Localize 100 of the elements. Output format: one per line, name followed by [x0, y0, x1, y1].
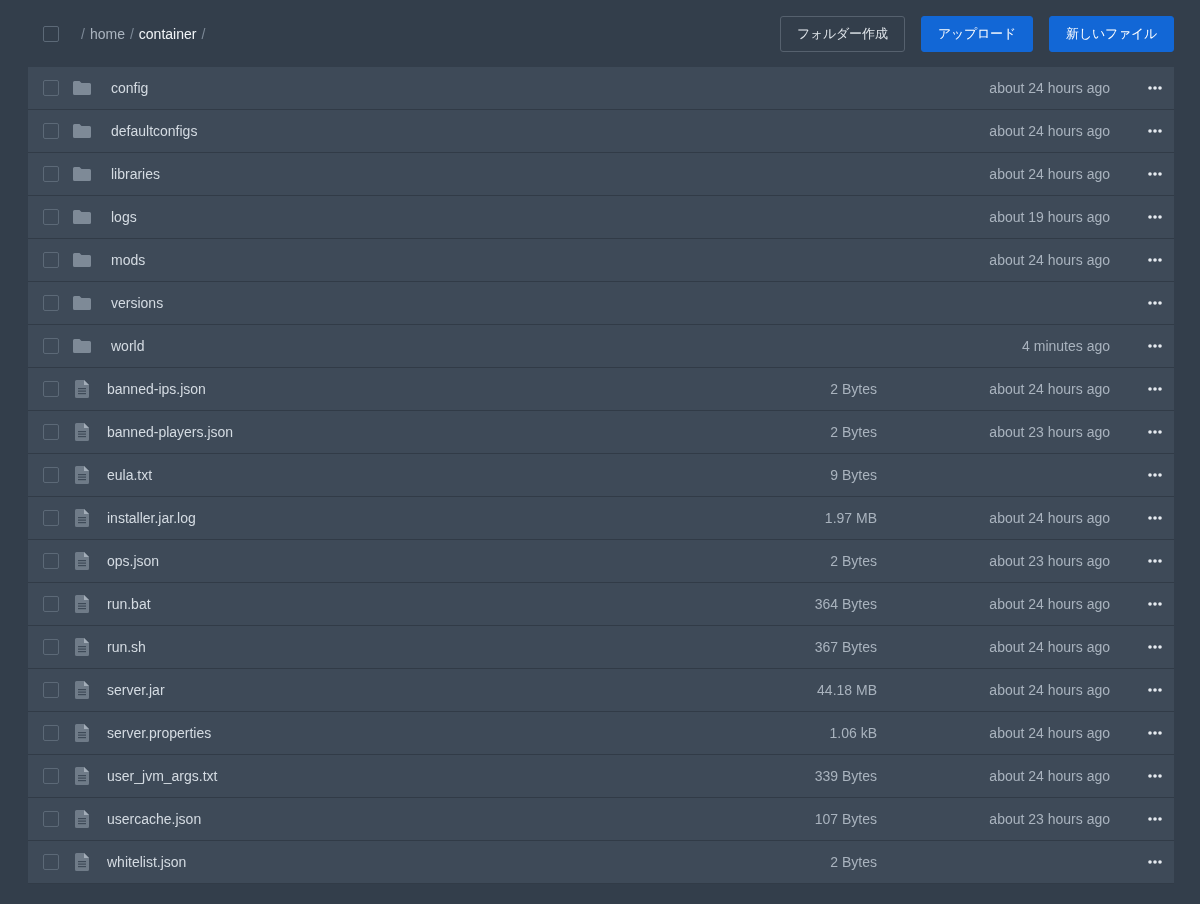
file-row[interactable]: defaultconfigs about 24 hours ago	[28, 110, 1174, 153]
folder-icon	[73, 81, 91, 95]
modified-time: about 24 hours ago	[988, 80, 1110, 96]
file-size: 2 Bytes	[829, 381, 877, 397]
file-row[interactable]: user_jvm_args.txt 339 Bytes about 24 hours ago	[28, 755, 1174, 798]
row-checkbox[interactable]	[43, 166, 59, 182]
file-size: 1.06 kB	[828, 725, 877, 741]
file-row[interactable]: world 4 minutes ago	[28, 325, 1174, 368]
row-checkbox[interactable]	[43, 854, 59, 870]
row-checkbox[interactable]	[43, 768, 59, 784]
file-row[interactable]: run.sh 367 Bytes about 24 hours ago	[28, 626, 1174, 669]
row-checkbox[interactable]	[43, 467, 59, 483]
more-options-icon[interactable]	[1148, 817, 1162, 821]
document-icon	[75, 466, 89, 484]
more-options-icon[interactable]	[1148, 86, 1162, 90]
modified-time: 4 minutes ago	[1021, 338, 1110, 354]
file-name: eula.txt	[107, 467, 154, 483]
document-icon	[75, 767, 89, 785]
row-checkbox[interactable]	[43, 80, 59, 96]
file-name: run.bat	[107, 596, 152, 612]
secondary-button[interactable]: フォルダー作成	[780, 15, 905, 52]
more-options-icon[interactable]	[1148, 473, 1162, 477]
modified-time: about 24 hours ago	[988, 639, 1110, 655]
more-options-icon[interactable]	[1148, 387, 1162, 391]
file-row[interactable]: mods about 24 hours ago	[28, 239, 1174, 282]
more-options-icon[interactable]	[1148, 258, 1162, 262]
breadcrumb-current: container	[138, 25, 197, 42]
row-checkbox[interactable]	[43, 510, 59, 526]
file-row[interactable]: installer.jar.log 1.97 MB about 24 hours ago	[28, 497, 1174, 540]
file-name: defaultconfigs	[110, 123, 199, 139]
more-options-icon[interactable]	[1148, 301, 1162, 305]
file-row[interactable]: banned-players.json 2 Bytes about 23 hours ago	[28, 411, 1174, 454]
more-options-icon[interactable]	[1148, 430, 1162, 434]
row-checkbox[interactable]	[43, 252, 59, 268]
row-checkbox[interactable]	[43, 123, 59, 139]
primary-button[interactable]: アップロード	[921, 15, 1033, 52]
modified-time: about 24 hours ago	[988, 768, 1110, 784]
file-size: 339 Bytes	[813, 768, 877, 784]
primary-button[interactable]: 新しいファイル	[1049, 15, 1174, 52]
select-all-checkbox[interactable]	[43, 25, 59, 42]
more-options-icon[interactable]	[1148, 516, 1162, 520]
file-row[interactable]: server.properties 1.06 kB about 24 hours ago	[28, 712, 1174, 755]
file-name: usercache.json	[107, 811, 203, 827]
document-icon	[75, 810, 89, 828]
file-size: 44.18 MB	[816, 682, 877, 698]
file-row[interactable]: logs about 19 hours ago	[28, 196, 1174, 239]
row-checkbox[interactable]	[43, 338, 59, 354]
document-icon	[75, 853, 89, 871]
row-checkbox[interactable]	[43, 381, 59, 397]
file-name: server.jar	[107, 682, 166, 698]
modified-time: about 23 hours ago	[988, 811, 1110, 827]
file-row[interactable]: run.bat 364 Bytes about 24 hours ago	[28, 583, 1174, 626]
more-options-icon[interactable]	[1148, 172, 1162, 176]
document-icon	[75, 595, 89, 613]
file-size: 1.97 MB	[823, 510, 877, 526]
row-checkbox[interactable]	[43, 596, 59, 612]
file-row[interactable]: eula.txt 9 Bytes	[28, 454, 1174, 497]
more-options-icon[interactable]	[1148, 215, 1162, 219]
file-size: 2 Bytes	[829, 854, 877, 870]
more-options-icon[interactable]	[1148, 774, 1162, 778]
row-checkbox[interactable]	[43, 682, 59, 698]
file-row[interactable]: usercache.json 107 Bytes about 23 hours ago	[28, 798, 1174, 841]
more-options-icon[interactable]	[1148, 860, 1162, 864]
file-name: mods	[110, 252, 147, 268]
modified-time: about 24 hours ago	[988, 252, 1110, 268]
file-row[interactable]: versions	[28, 282, 1174, 325]
file-row[interactable]: banned-ips.json 2 Bytes about 24 hours ago	[28, 368, 1174, 411]
file-row[interactable]: libraries about 24 hours ago	[28, 153, 1174, 196]
modified-time: about 24 hours ago	[988, 381, 1110, 397]
file-row[interactable]: whitelist.json 2 Bytes	[28, 841, 1174, 884]
file-name: config	[110, 80, 150, 96]
row-checkbox[interactable]	[43, 725, 59, 741]
row-checkbox[interactable]	[43, 639, 59, 655]
file-name: server.properties	[107, 725, 213, 741]
row-checkbox[interactable]	[43, 424, 59, 440]
more-options-icon[interactable]	[1148, 688, 1162, 692]
more-options-icon[interactable]	[1148, 559, 1162, 563]
row-checkbox[interactable]	[43, 553, 59, 569]
more-options-icon[interactable]	[1148, 344, 1162, 348]
file-name: logs	[110, 209, 138, 225]
folder-icon	[73, 167, 91, 181]
modified-time: about 19 hours ago	[988, 209, 1110, 225]
row-checkbox[interactable]	[43, 811, 59, 827]
more-options-icon[interactable]	[1148, 129, 1162, 133]
file-name: run.sh	[107, 639, 147, 655]
more-options-icon[interactable]	[1148, 645, 1162, 649]
more-options-icon[interactable]	[1148, 731, 1162, 735]
breadcrumb-link[interactable]: home	[89, 25, 125, 42]
file-name: whitelist.json	[107, 854, 188, 870]
file-size: 364 Bytes	[813, 596, 877, 612]
folder-icon	[73, 296, 91, 310]
path-separator: /	[129, 25, 134, 42]
row-checkbox[interactable]	[43, 295, 59, 311]
file-row[interactable]: config about 24 hours ago	[28, 67, 1174, 110]
file-row[interactable]: server.jar 44.18 MB about 24 hours ago	[28, 669, 1174, 712]
file-row[interactable]: ops.json 2 Bytes about 23 hours ago	[28, 540, 1174, 583]
document-icon	[75, 552, 89, 570]
more-options-icon[interactable]	[1148, 602, 1162, 606]
file-name: installer.jar.log	[107, 510, 197, 526]
row-checkbox[interactable]	[43, 209, 59, 225]
